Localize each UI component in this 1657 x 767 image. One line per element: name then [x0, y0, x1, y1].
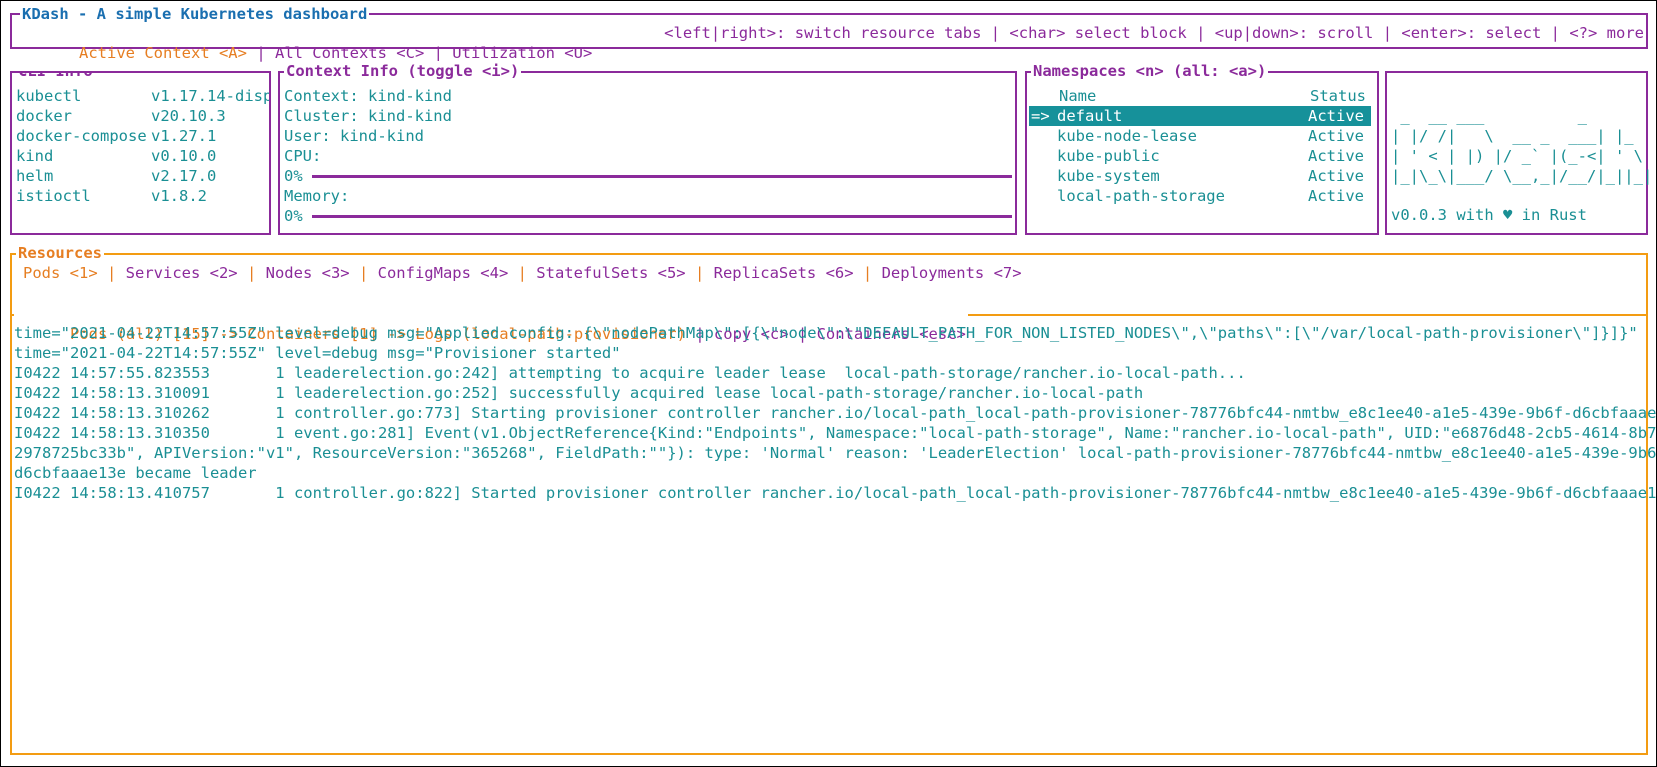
- tab-separator: |: [685, 264, 714, 282]
- ns-header-name: Name: [1059, 87, 1097, 105]
- cpu-label: CPU:: [284, 147, 322, 165]
- cli-tool-name: docker: [16, 107, 72, 125]
- resource-tab[interactable]: Nodes <3>: [266, 264, 350, 282]
- resources-panel[interactable]: Resources Pods <1> | Services <2> | Node…: [10, 243, 1657, 755]
- tab-separator: |: [424, 44, 453, 62]
- logo-panel: _ __ ___ _ | |/ /| \ __ _ ___| |_ | ' < | …: [1385, 71, 1652, 235]
- selected-marker: =>: [1031, 107, 1050, 125]
- cli-tool-version: v2.17.0: [151, 167, 217, 185]
- resource-tab[interactable]: Pods <1>: [23, 264, 98, 282]
- user-name: User: kind-kind: [284, 127, 424, 145]
- tab-separator: |: [246, 44, 275, 62]
- ascii-logo-line: | |/ /| \ __ _ ___| |_: [1391, 127, 1634, 145]
- app-title: KDash - A simple Kubernetes dashboard: [20, 4, 370, 24]
- cli-tool-name: istioctl: [16, 187, 91, 205]
- memory-gauge: [312, 215, 1012, 218]
- header-panel: KDash - A simple Kubernetes dashboard Ac…: [10, 4, 1648, 62]
- resource-tab[interactable]: Deployments <7>: [882, 264, 1022, 282]
- log-line: I0422 14:57:55.823553 1 leaderelection.g…: [14, 364, 1246, 382]
- tab-separator: |: [853, 264, 882, 282]
- terminal-screen: KDash - A simple Kubernetes dashboard Ac…: [0, 0, 1657, 767]
- resource-tab[interactable]: ConfigMaps <4>: [378, 264, 509, 282]
- memory-value: 0%: [284, 207, 303, 225]
- cli-info-title: CLI Info: [16, 73, 95, 81]
- tab-utilization[interactable]: Utilization <U>: [452, 44, 592, 62]
- cluster-name: Cluster: kind-kind: [284, 107, 452, 125]
- log-line: d6cbfaaae13e became leader: [14, 464, 257, 482]
- namespace-status: Active: [1308, 147, 1364, 165]
- namespace-name: kube-node-lease: [1057, 127, 1197, 145]
- help-text: <left|right>: switch resource tabs | <ch…: [664, 24, 1644, 42]
- context-name: Context: kind-kind: [284, 87, 452, 105]
- namespace-row[interactable]: kube-public Active: [1029, 146, 1371, 166]
- context-info-panel[interactable]: Context Info (toggle <i>) Context: kind-…: [278, 61, 1017, 235]
- namespaces-title: Namespaces <n> (all: <a>): [1031, 61, 1269, 81]
- log-line: I0422 14:58:13.310091 1 leaderelection.g…: [14, 384, 1144, 402]
- context-info-title: Context Info (toggle <i>): [284, 61, 522, 81]
- namespace-row[interactable]: local-path-storage Active: [1029, 186, 1371, 206]
- cli-tool-name: docker-compose: [16, 127, 147, 145]
- ascii-logo-line: _ __ ___ _: [1391, 107, 1587, 125]
- cli-tool-version: v1.17.14-disp: [151, 87, 271, 105]
- namespace-row[interactable]: => default Active: [1029, 106, 1371, 126]
- cli-tool-version: v20.10.3: [151, 107, 226, 125]
- namespace-name: default: [1057, 107, 1123, 125]
- cli-tool-name: kubectl: [16, 87, 82, 105]
- log-line: 2978725bc33b", APIVersion:"v1", Resource…: [14, 444, 1657, 462]
- log-line: I0422 14:58:13.310262 1 controller.go:77…: [14, 404, 1657, 422]
- log-line: time="2021-04-22T14:57:55Z" level=debug …: [14, 344, 621, 362]
- cli-tool-version: v0.10.0: [151, 147, 217, 165]
- resource-tab[interactable]: StatefulSets <5>: [536, 264, 685, 282]
- tab-separator: |: [97, 264, 126, 282]
- namespace-row[interactable]: kube-system Active: [1029, 166, 1371, 186]
- namespace-status: Active: [1308, 187, 1364, 205]
- resource-tab[interactable]: Services <2>: [126, 264, 238, 282]
- namespace-status: Active: [1308, 107, 1364, 125]
- tab-active-context[interactable]: Active Context <A>: [79, 44, 247, 62]
- cli-tool-version: v1.8.2: [151, 187, 207, 205]
- cpu-gauge: [312, 175, 1012, 178]
- namespace-name: kube-system: [1057, 167, 1160, 185]
- cli-tool-name: kind: [16, 147, 54, 165]
- log-line: time="2021-04-22T14:57:55Z" level=debug …: [14, 324, 1638, 342]
- log-line: I0422 14:58:13.310350 1 event.go:281] Ev…: [14, 424, 1657, 442]
- log-line: I0422 14:58:13.410757 1 controller.go:82…: [14, 484, 1657, 502]
- cli-tool-version: v1.27.1: [151, 127, 217, 145]
- namespace-row[interactable]: kube-node-lease Active: [1029, 126, 1371, 146]
- resource-tab[interactable]: ReplicaSets <6>: [714, 264, 854, 282]
- namespaces-panel[interactable]: Namespaces <n> (all: <a>) Name Status =>…: [1025, 61, 1379, 235]
- namespace-status: Active: [1308, 127, 1364, 145]
- tab-all-contexts[interactable]: All Contexts <C>: [275, 44, 424, 62]
- cpu-value: 0%: [284, 167, 303, 185]
- cli-tool-name: helm: [16, 167, 54, 185]
- memory-label: Memory:: [284, 187, 350, 205]
- ascii-logo-line: |_|\_\|___/ \__,_|/__/|_||_|: [1391, 167, 1653, 185]
- namespace-name: kube-public: [1057, 147, 1160, 165]
- version-text: v0.0.3 with ♥ in Rust: [1391, 206, 1587, 224]
- ascii-logo-line: | ' < | |) |/ _` |(_-<| ' \: [1391, 147, 1643, 165]
- tab-separator: |: [508, 264, 537, 282]
- namespace-status: Active: [1308, 167, 1364, 185]
- namespace-name: local-path-storage: [1057, 187, 1225, 205]
- ns-header-status: Status: [1310, 87, 1366, 105]
- cli-info-panel[interactable]: CLI Info kubectl v1.17.14-disp docker v20.1…: [10, 71, 271, 235]
- resources-title: Resources: [16, 243, 104, 263]
- tab-separator: |: [349, 264, 378, 282]
- tab-separator: |: [237, 264, 266, 282]
